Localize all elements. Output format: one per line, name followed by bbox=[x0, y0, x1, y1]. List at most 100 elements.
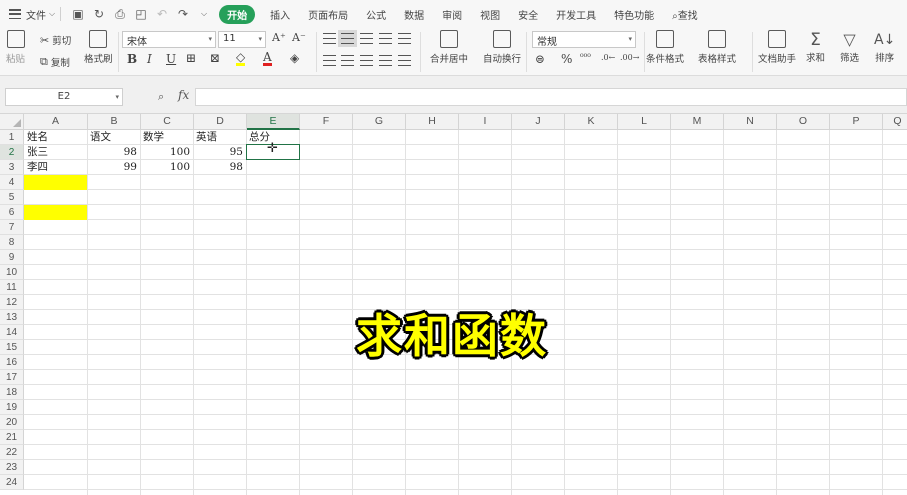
cell-a3[interactable]: 李四 bbox=[24, 160, 87, 175]
cell-d3[interactable]: 98 bbox=[193, 160, 246, 175]
cell-c2[interactable]: 100 bbox=[140, 145, 193, 160]
font-size-select[interactable]: 11 ▾ bbox=[218, 31, 266, 48]
font-color-button[interactable]: A bbox=[263, 51, 272, 66]
cell-c3[interactable]: 100 bbox=[140, 160, 193, 175]
row-header[interactable]: 17 bbox=[0, 370, 24, 385]
cut-button[interactable]: ✂ 剪切 bbox=[40, 33, 71, 48]
tab-view[interactable]: 视图 bbox=[480, 7, 500, 22]
currency-icon[interactable]: ⊜ bbox=[535, 52, 545, 66]
indent-decrease-icon[interactable] bbox=[379, 33, 392, 44]
doc-helper-button[interactable]: 文档助手 bbox=[758, 30, 796, 65]
chevron-down-icon[interactable]: ⌵ bbox=[49, 9, 55, 19]
percent-button[interactable]: % bbox=[561, 52, 572, 66]
eraser-icon[interactable]: ◈ bbox=[290, 51, 299, 65]
filter-button[interactable]: ▽ 筛选 bbox=[840, 30, 859, 64]
redo-icon[interactable]: ↷ bbox=[174, 5, 192, 23]
tab-formulas[interactable]: 公式 bbox=[366, 7, 386, 22]
cell-d1[interactable]: 英语 bbox=[193, 130, 246, 145]
column-header[interactable]: D bbox=[194, 114, 247, 130]
row-header[interactable]: 11 bbox=[0, 280, 24, 295]
select-all-corner[interactable] bbox=[0, 114, 24, 130]
row-header[interactable]: 5 bbox=[0, 190, 24, 205]
tab-review[interactable]: 审阅 bbox=[442, 7, 462, 22]
sum-button[interactable]: Σ 求和 bbox=[806, 30, 825, 64]
cell-b3[interactable]: 99 bbox=[87, 160, 140, 175]
align-right-icon[interactable] bbox=[360, 55, 373, 66]
column-header[interactable]: O bbox=[777, 114, 830, 130]
borders-icon[interactable]: ⊞ bbox=[186, 51, 196, 65]
cell-b1[interactable]: 语文 bbox=[87, 130, 140, 145]
name-box[interactable]: E2 ▾ bbox=[5, 88, 123, 106]
fill-pattern-icon[interactable]: ⊠ bbox=[210, 51, 220, 65]
align-bottom-icon[interactable] bbox=[360, 33, 373, 44]
cell-c1[interactable]: 数学 bbox=[140, 130, 193, 145]
column-header[interactable]: I bbox=[459, 114, 512, 130]
table-style-button[interactable]: 表格样式 bbox=[698, 30, 736, 65]
column-header[interactable]: Q bbox=[883, 114, 907, 130]
print-preview-icon[interactable]: ◰ bbox=[132, 5, 150, 23]
chevron-down-icon[interactable]: ⌵ bbox=[195, 5, 213, 23]
row-header[interactable]: 1 bbox=[0, 130, 24, 145]
column-header[interactable]: C bbox=[141, 114, 194, 130]
increase-decimal-icon[interactable]: .0← bbox=[601, 53, 615, 62]
cell-a2[interactable]: 张三 bbox=[24, 145, 87, 160]
print-icon[interactable]: ⎙ bbox=[111, 5, 129, 23]
hamburger-menu-icon[interactable] bbox=[8, 7, 22, 21]
column-header[interactable]: B bbox=[88, 114, 141, 130]
fx-icon[interactable]: fx bbox=[178, 88, 189, 102]
column-header[interactable]: L bbox=[618, 114, 671, 130]
distributed-icon[interactable] bbox=[398, 55, 411, 66]
tab-home[interactable]: 开始 bbox=[219, 4, 256, 24]
align-middle-icon[interactable] bbox=[338, 30, 357, 47]
column-header[interactable]: N bbox=[724, 114, 777, 130]
column-header[interactable]: M bbox=[671, 114, 724, 130]
align-left-icon[interactable] bbox=[323, 55, 336, 66]
formula-input[interactable] bbox=[195, 88, 907, 106]
file-menu[interactable]: 文件 bbox=[26, 7, 46, 22]
sort-button[interactable]: A↓ 排序 bbox=[874, 30, 895, 64]
tab-security[interactable]: 安全 bbox=[518, 7, 538, 22]
font-name-select[interactable]: 宋体 ▾ bbox=[122, 31, 216, 48]
cell-a4-highlighted[interactable] bbox=[24, 175, 87, 190]
row-header[interactable]: 13 bbox=[0, 310, 24, 325]
wrap-text-button[interactable]: 自动换行 bbox=[483, 30, 521, 65]
row-header[interactable]: 15 bbox=[0, 340, 24, 355]
row-header[interactable]: 23 bbox=[0, 460, 24, 475]
column-header[interactable]: K bbox=[565, 114, 618, 130]
column-header[interactable]: H bbox=[406, 114, 459, 130]
row-header[interactable]: 21 bbox=[0, 430, 24, 445]
paste-button[interactable]: 粘贴 bbox=[6, 30, 25, 65]
column-header[interactable]: A bbox=[24, 114, 88, 130]
row-header[interactable]: 16 bbox=[0, 355, 24, 370]
row-header-selected[interactable]: 2 bbox=[0, 145, 24, 160]
export-icon[interactable]: ↻ bbox=[90, 5, 108, 23]
number-format-select[interactable]: 常规 ▾ bbox=[532, 31, 636, 48]
row-header[interactable]: 24 bbox=[0, 475, 24, 490]
undo-icon[interactable]: ↶ bbox=[153, 5, 171, 23]
conditional-format-button[interactable]: 条件格式 bbox=[646, 30, 684, 65]
row-header[interactable]: 8 bbox=[0, 235, 24, 250]
row-header[interactable]: 22 bbox=[0, 445, 24, 460]
save-icon[interactable]: ▣ bbox=[69, 5, 87, 23]
row-header[interactable]: 10 bbox=[0, 265, 24, 280]
row-header[interactable]: 4 bbox=[0, 175, 24, 190]
tab-page-layout[interactable]: 页面布局 bbox=[308, 7, 348, 22]
row-header[interactable]: 19 bbox=[0, 400, 24, 415]
copy-button[interactable]: ⧉ 复制 bbox=[40, 55, 70, 69]
tab-insert[interactable]: 插入 bbox=[270, 7, 290, 22]
increase-font-icon[interactable]: A⁺ bbox=[272, 31, 286, 44]
row-header[interactable]: 7 bbox=[0, 220, 24, 235]
cell-a1[interactable]: 姓名 bbox=[24, 130, 87, 145]
row-header[interactable]: 12 bbox=[0, 295, 24, 310]
column-header[interactable]: G bbox=[353, 114, 406, 130]
cell-a6-highlighted[interactable] bbox=[24, 205, 87, 220]
decrease-decimal-icon[interactable]: .00→ bbox=[620, 53, 639, 62]
search-button[interactable]: ⌕查找 bbox=[672, 7, 698, 22]
column-header[interactable]: P bbox=[830, 114, 883, 130]
format-painter-button[interactable]: 格式刷 bbox=[84, 30, 113, 65]
italic-button[interactable]: I bbox=[147, 52, 152, 66]
indent-increase-icon[interactable] bbox=[398, 33, 411, 44]
align-top-icon[interactable] bbox=[323, 33, 336, 44]
row-header[interactable]: 6 bbox=[0, 205, 24, 220]
tab-special-features[interactable]: 特色功能 bbox=[614, 7, 654, 22]
